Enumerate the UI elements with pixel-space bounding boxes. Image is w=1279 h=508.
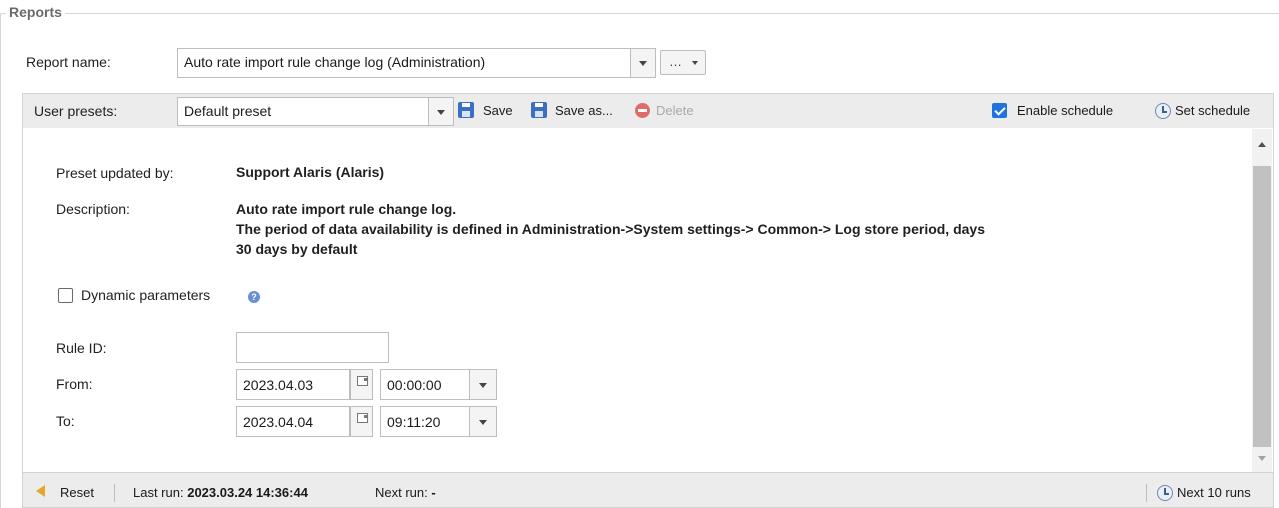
preset-updated-by-label: Preset updated by: [56,165,174,181]
from-time-value: 00:00:00 [387,377,442,393]
from-label: From: [56,376,93,392]
save-icon [458,102,474,118]
scrollbar-thumb[interactable] [1253,166,1271,447]
clock-icon [1157,485,1173,501]
chevron-down-icon [639,61,647,66]
reset-button[interactable]: Reset [36,483,106,503]
save-as-button[interactable]: Save as... [531,101,627,121]
enable-schedule-checkbox[interactable] [992,103,1007,118]
user-presets-combo[interactable]: Default preset [177,97,429,126]
reset-icon [36,485,45,497]
set-schedule-label: Set schedule [1175,103,1251,118]
next-10-runs-button[interactable]: Next 10 runs [1157,483,1275,503]
preset-updated-by-value: Support Alaris (Alaris) [236,164,385,180]
to-time-dropdown-button[interactable] [469,406,497,437]
report-more-button[interactable]: … [660,50,706,75]
description-label: Description: [56,201,130,217]
report-name-combo[interactable]: Auto rate import rule change log (Admini… [177,48,631,78]
user-presets-value: Default preset [184,103,272,119]
next-run-value: - [431,485,436,500]
description-line-2: The period of data availability is defin… [236,221,985,237]
report-name-value: Auto rate import rule change log (Admini… [184,54,486,70]
scroll-up-arrow-icon[interactable] [1258,142,1266,147]
to-time-input[interactable]: 09:11:20 [380,406,470,437]
calendar-icon [357,376,368,386]
fieldset-border-left [0,13,1,508]
user-presets-dropdown-button[interactable] [428,97,454,126]
clock-icon [1155,103,1171,119]
scroll-down-arrow-icon[interactable] [1258,456,1266,461]
from-date-input[interactable]: 2023.04.03 [236,369,350,400]
enable-schedule-label: Enable schedule [1017,103,1114,118]
dynamic-parameters-label: Dynamic parameters [81,287,211,303]
chevron-down-icon [479,419,487,425]
calendar-icon [357,413,368,423]
delete-label: Delete [656,103,694,118]
description-line-3: 30 days by default [236,241,358,257]
save-button[interactable]: Save [458,101,524,121]
delete-button[interactable]: Delete [635,101,707,121]
to-time-value: 09:11:20 [387,414,441,430]
caret-down-icon [692,61,698,65]
last-run-label: Last run: [133,485,184,500]
dynamic-parameters-checkbox[interactable] [58,288,73,303]
user-presets-label: User presets: [34,103,118,119]
save-label: Save [483,103,513,118]
last-run: Last run: 2023.03.24 14:36:44 [133,485,308,500]
chevron-down-icon [479,382,487,388]
save-as-label: Save as... [555,103,613,118]
fieldset-border-top [0,13,1279,14]
rule-id-label: Rule ID: [56,340,107,356]
rule-id-input[interactable] [236,332,389,363]
more-icon: … [669,54,682,69]
description-line-1: Auto rate import rule change log. [236,201,457,217]
save-as-icon [531,102,547,118]
from-time-input[interactable]: 00:00:00 [380,369,470,400]
dynamic-parameters-toggle[interactable]: Dynamic parameters ? [58,287,268,307]
from-date-value: 2023.04.03 [243,377,314,393]
next-run-label: Next run: [375,485,428,500]
report-name-label: Report name: [26,54,111,70]
report-name-dropdown-button[interactable] [630,48,656,78]
to-date-picker-button[interactable] [350,406,373,437]
footer-separator [114,484,115,502]
to-label: To: [56,413,75,429]
chevron-down-icon [437,109,445,115]
delete-icon [635,103,650,118]
enable-schedule-toggle[interactable]: Enable schedule [992,101,1140,121]
next-10-runs-label: Next 10 runs [1177,485,1251,500]
set-schedule-button[interactable]: Set schedule [1155,101,1273,121]
to-date-value: 2023.04.04 [243,414,314,430]
help-icon[interactable]: ? [248,291,260,303]
from-time-dropdown-button[interactable] [469,369,497,400]
last-run-value: 2023.03.24 14:36:44 [187,485,308,500]
to-date-input[interactable]: 2023.04.04 [236,406,350,437]
next-run: Next run: - [375,485,436,500]
reset-label: Reset [60,485,94,500]
fieldset-legend: Reports [6,4,65,20]
footer-separator-right [1146,484,1147,502]
from-date-picker-button[interactable] [350,369,373,400]
